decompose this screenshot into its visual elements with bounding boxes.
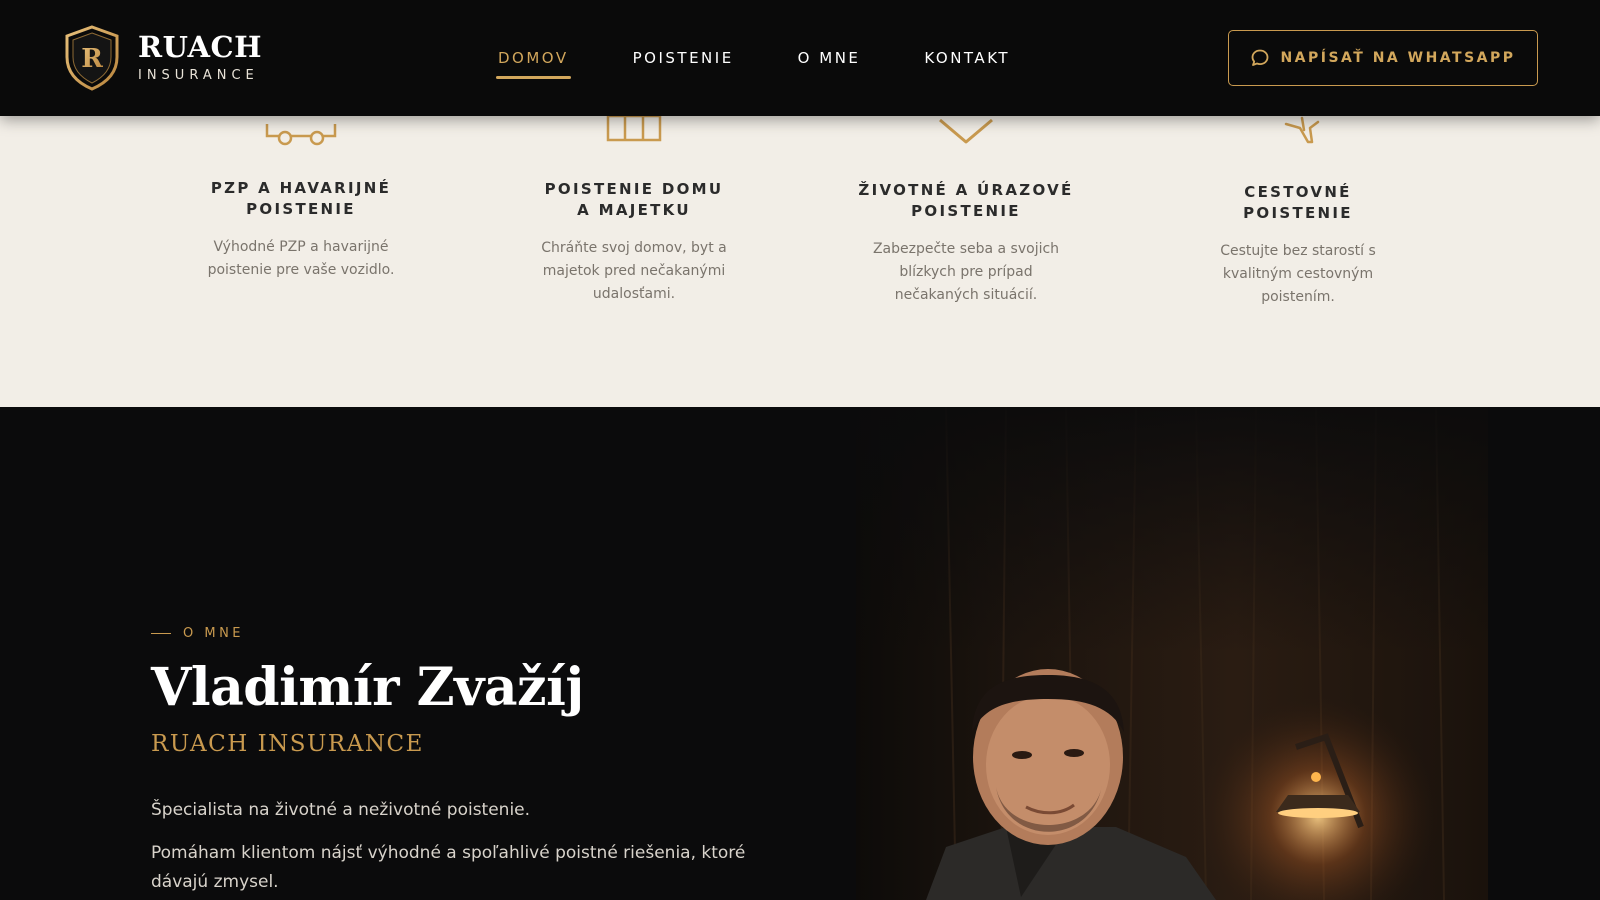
services-section: PZP A HAVARIJNÉ POISTENIE Výhodné PZP a h… [0,116,1600,407]
whatsapp-button-label: NAPÍSAŤ NA WHATSAPP [1280,50,1516,66]
service-card-life[interactable]: ŽIVOTNÉ A ÚRAZOVÉ POISTENIE Zabezpečte se… [826,116,1106,307]
site-header: R RUACH INSURANCE DOMOV POISTENIE O MNE … [0,0,1600,116]
service-title: POISTENIE DOMU A MAJETKU [544,180,724,219]
house-icon [606,116,662,142]
main-nav: DOMOV POISTENIE O MNE KONTAKT [496,0,1072,116]
service-card-pzp[interactable]: PZP A HAVARIJNÉ POISTENIE Výhodné PZP a h… [161,116,441,282]
eyebrow-divider [151,632,171,635]
nav-item-poistenie[interactable]: POISTENIE [631,43,736,73]
svg-text:R: R [81,44,103,74]
about-section: O MNE Vladimír Zvažíj RUACH INSURANCE Šp… [0,407,1600,900]
service-description: Výhodné PZP a havarijné poistenie pre va… [207,239,395,278]
portrait-photo [856,407,1488,900]
about-company: RUACH INSURANCE [151,731,424,757]
brand-tagline: INSURANCE [138,68,259,83]
service-title: CESTOVNÉ POISTENIE [1243,183,1353,222]
service-description: Chráňte svoj domov, byt a majetok pred n… [541,240,727,302]
nav-item-kontakt[interactable]: KONTAKT [922,43,1012,73]
whatsapp-button[interactable]: NAPÍSAŤ NA WHATSAPP [1228,30,1538,86]
service-description: Zabezpečte seba a svojich blízkych pre p… [872,241,1060,303]
service-description: Cestujte bez starostí s kvalitným cestov… [1220,243,1376,305]
brand-name: RUACH [138,30,262,64]
eyebrow-label: O MNE [183,626,245,641]
service-title: PZP A HAVARIJNÉ POISTENIE [210,179,392,218]
heart-icon [939,118,993,144]
about-paragraph-1: Špecialista na životné a neživotné poist… [151,800,531,820]
logo[interactable]: R RUACH INSURANCE [64,25,262,91]
service-title: ŽIVOTNÉ A ÚRAZOVÉ POISTENIE [858,181,1074,220]
about-eyebrow: O MNE [151,626,244,641]
nav-item-o-mne[interactable]: O MNE [796,43,863,73]
service-card-home[interactable]: POISTENIE DOMU A MAJETKU Chráňte svoj dom… [494,116,774,306]
service-card-travel[interactable]: CESTOVNÉ POISTENIE Cestujte bez starostí … [1158,116,1438,309]
nav-item-domov[interactable]: DOMOV [496,43,571,79]
airplane-icon [1284,116,1320,144]
car-icon [265,124,337,146]
about-paragraph-2: Pomáham klientom nájsť výhodné a spoľahl… [151,843,746,892]
about-name: Vladimír Zvažíj [151,657,584,718]
chat-bubble-icon [1252,49,1269,66]
shield-logo-icon: R [65,25,119,91]
